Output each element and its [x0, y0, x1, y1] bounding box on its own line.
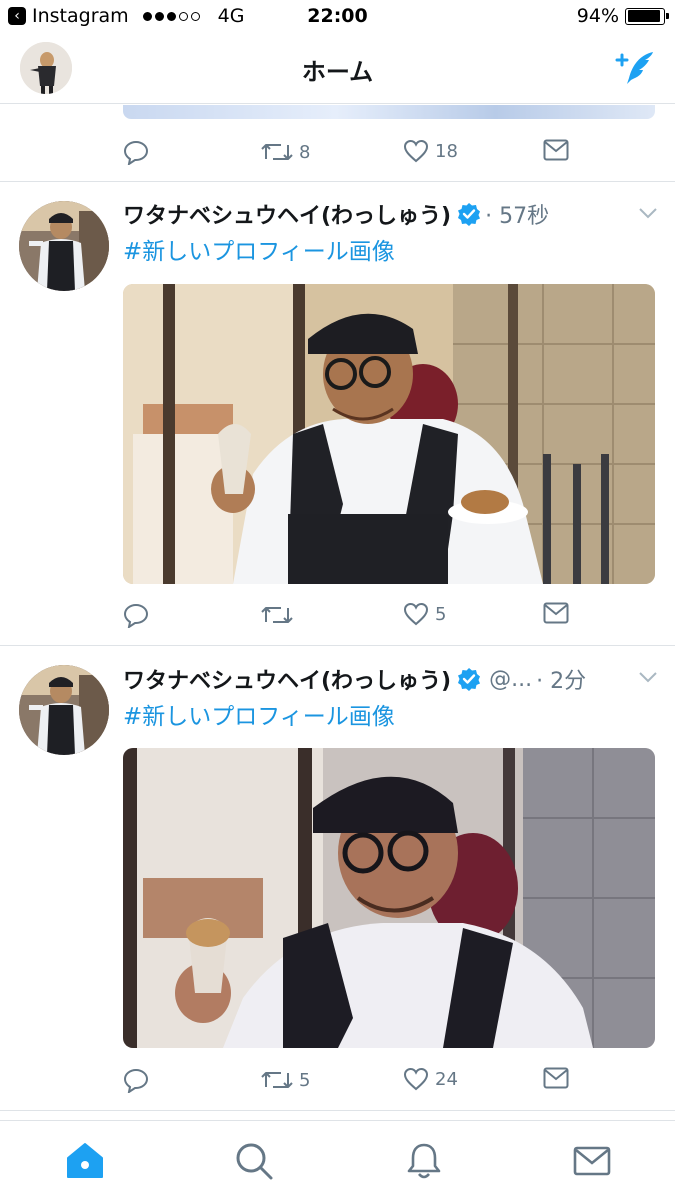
tweet-actions: 5 24 — [123, 1067, 593, 1097]
retweet-icon — [261, 1072, 293, 1088]
like-icon — [403, 139, 429, 163]
author-name[interactable]: ワタナベシュウヘイ(わっしゅう) — [123, 198, 451, 230]
tweet-hashtag[interactable]: #新しいプロフィール画像 — [123, 232, 395, 266]
like-icon — [403, 602, 429, 626]
tweet-photo[interactable] — [123, 284, 655, 584]
dm-icon — [543, 139, 569, 161]
reply-button[interactable] — [123, 139, 149, 165]
tweet-hashtag[interactable]: #新しいプロフィール画像 — [123, 697, 395, 731]
tweet-photo[interactable] — [123, 748, 655, 1048]
tweet-header: ワタナベシュウヘイ(わっしゅう) · 57秒 — [123, 198, 549, 230]
tweet-time: · 2分 — [536, 669, 587, 694]
dm-button[interactable] — [543, 139, 569, 161]
tweet-header: ワタナベシュウヘイ(わっしゅう) @... · 2分 — [123, 663, 586, 695]
dm-button[interactable] — [543, 1067, 569, 1089]
tweet-divider — [0, 1110, 675, 1111]
previous-tweet-actions: 8 18 — [123, 139, 593, 169]
home-icon[interactable] — [65, 1141, 105, 1181]
retweet-button[interactable] — [261, 602, 293, 628]
photo-man-with-ice-cream-filtered — [123, 748, 655, 1048]
tab-bar — [0, 1120, 675, 1200]
tweet-divider — [0, 645, 675, 646]
tweet-avatar[interactable] — [19, 665, 109, 755]
chevron-down-icon[interactable] — [638, 671, 658, 683]
like-count: 24 — [435, 1068, 458, 1090]
compose-icon[interactable] — [613, 48, 657, 88]
notifications-icon[interactable] — [404, 1141, 444, 1181]
tweet-time: · 57秒 — [485, 204, 550, 229]
status-bar: ‹ Instagram 4G 22:00 94% — [0, 0, 675, 34]
like-button[interactable]: 24 — [403, 1067, 458, 1091]
verified-icon — [458, 668, 481, 691]
battery-icon — [625, 7, 669, 25]
reply-icon — [123, 1068, 149, 1093]
photo-man-with-ice-cream — [123, 284, 655, 584]
like-button[interactable]: 18 — [403, 139, 458, 163]
like-icon — [403, 1067, 429, 1091]
retweet-button[interactable]: 5 — [261, 1067, 310, 1093]
page-title: ホーム — [301, 58, 374, 86]
reply-icon — [123, 603, 149, 628]
tweet-avatar[interactable] — [19, 201, 109, 291]
reply-button[interactable] — [123, 602, 149, 628]
clock: 22:00 — [307, 5, 368, 27]
dm-icon — [543, 602, 569, 624]
tweet-actions: 5 — [123, 602, 593, 632]
chevron-down-icon[interactable] — [638, 207, 658, 219]
retweet-icon — [261, 607, 293, 623]
author-handle: @... — [489, 666, 533, 692]
dm-button[interactable] — [543, 602, 569, 624]
reply-icon — [123, 140, 149, 165]
tweet-divider — [0, 181, 675, 182]
retweet-count: 8 — [299, 141, 311, 163]
like-button[interactable]: 5 — [403, 602, 446, 626]
dm-icon — [543, 1067, 569, 1089]
battery-percent: 94% — [576, 5, 619, 27]
verified-icon — [458, 203, 481, 226]
search-icon[interactable] — [234, 1141, 274, 1181]
previous-tweet-media[interactable] — [123, 105, 655, 119]
reply-button[interactable] — [123, 1067, 149, 1093]
timeline[interactable]: 8 18 ワタナベシュウヘイ(わっしゅう) · 57秒 #新しいプロフィール画像 — [0, 105, 675, 1120]
avatar-photo — [19, 201, 109, 291]
author-name[interactable]: ワタナベシュウヘイ(わっしゅう) — [123, 663, 451, 695]
retweet-count: 5 — [299, 1069, 311, 1091]
like-count: 5 — [435, 603, 447, 625]
avatar-photo — [19, 665, 109, 755]
messages-icon[interactable] — [572, 1141, 612, 1181]
nav-bar: ホーム — [0, 34, 675, 104]
retweet-button[interactable]: 8 — [261, 139, 310, 165]
like-count: 18 — [435, 140, 458, 162]
retweet-icon — [261, 144, 293, 160]
